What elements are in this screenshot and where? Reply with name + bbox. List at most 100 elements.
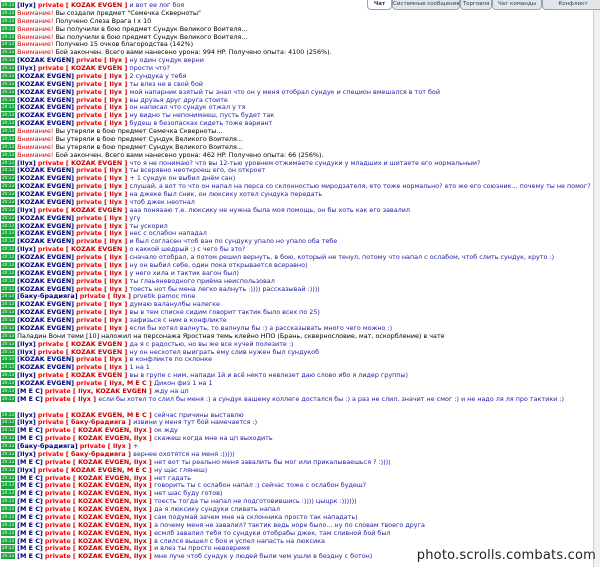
recipients[interactable]: Ilyx: [109, 356, 122, 363]
timestamp[interactable]: 20:13: [1, 246, 16, 253]
timestamp[interactable]: 20:13: [1, 191, 16, 198]
recipients[interactable]: Ilyx: [109, 81, 122, 88]
recipients[interactable]: KOZAK EVGEN, M E C: [71, 467, 147, 474]
timestamp[interactable]: 20:13: [1, 545, 16, 552]
timestamp[interactable]: 20:13: [1, 380, 16, 387]
recipients[interactable]: KOZAK EVGEN, Ilyx: [78, 553, 147, 560]
sender-nick[interactable]: [M E C]: [17, 530, 43, 537]
sender-nick[interactable]: [M E C]: [17, 396, 43, 403]
sender-nick[interactable]: [KOZAK EVGEN]: [17, 191, 74, 198]
sender-nick[interactable]: [Ilyx]: [17, 372, 36, 379]
sender-nick[interactable]: [KOZAK EVGEN]: [17, 73, 74, 80]
sender-nick[interactable]: [M E C]: [17, 506, 43, 513]
sender-nick[interactable]: [Ilyx]: [17, 65, 36, 72]
timestamp[interactable]: 20:13: [1, 238, 16, 245]
timestamp[interactable]: 20:13: [1, 41, 16, 48]
sender-nick[interactable]: [Ilyx]: [17, 2, 36, 9]
sender-nick[interactable]: [KOZAK EVGEN]: [17, 270, 74, 277]
sender-nick[interactable]: [Ilyx]: [17, 341, 36, 348]
sender-nick[interactable]: [KOZAK EVGEN]: [17, 278, 74, 285]
timestamp[interactable]: 20:13: [1, 104, 16, 111]
recipients[interactable]: Ilyx: [109, 199, 122, 206]
recipients[interactable]: Ilyx: [109, 183, 122, 190]
recipients[interactable]: KOZAK EVGEN: [71, 207, 122, 214]
sender-nick[interactable]: [M E C]: [17, 522, 43, 529]
timestamp[interactable]: 20:13: [1, 340, 16, 347]
sender-nick[interactable]: [KOZAK EVGEN]: [17, 199, 74, 206]
recipients[interactable]: Ilyx: [109, 270, 122, 277]
recipients[interactable]: Ilyx: [109, 309, 122, 316]
timestamp[interactable]: 20:13: [1, 214, 16, 221]
sender-nick[interactable]: [Ilyx]: [17, 451, 36, 458]
sender-nick[interactable]: [KOZAK EVGEN]: [17, 183, 74, 190]
timestamp[interactable]: 20:13: [1, 25, 16, 32]
timestamp[interactable]: 20:13: [1, 490, 16, 497]
recipients[interactable]: баку-брадияга: [71, 419, 126, 426]
sender-nick[interactable]: [M E C]: [17, 553, 43, 560]
recipients[interactable]: Ilyx: [109, 191, 122, 198]
recipients[interactable]: KOZAK EVGEN, Ilyx: [78, 506, 147, 513]
sender-nick[interactable]: [M E C]: [17, 514, 43, 521]
sender-nick[interactable]: [M E C]: [17, 490, 43, 497]
recipients[interactable]: KOZAK EVGEN: [71, 160, 122, 167]
recipients[interactable]: Ilyx: [109, 167, 122, 174]
sender-nick[interactable]: [баку-брадияга]: [17, 293, 78, 300]
timestamp[interactable]: 20:13: [1, 198, 16, 206]
recipients[interactable]: Ilyx: [109, 112, 122, 119]
recipients[interactable]: Ilyx: [109, 73, 122, 80]
sender-nick[interactable]: [M E C]: [17, 482, 43, 489]
recipients[interactable]: Ilyx: [109, 120, 122, 127]
recipients[interactable]: KOZAK EVGEN: [71, 65, 122, 72]
recipients[interactable]: Ilyx: [109, 317, 122, 324]
timestamp[interactable]: 20:13: [1, 293, 16, 300]
timestamp[interactable]: 20:13: [1, 387, 16, 395]
recipients[interactable]: KOZAK EVGEN, Ilyx: [78, 490, 147, 497]
sender-nick[interactable]: [KOZAK EVGEN]: [17, 230, 74, 237]
chat-scrollbar[interactable]: [593, 10, 600, 567]
timestamp[interactable]: 20:13: [1, 419, 16, 426]
recipients[interactable]: KOZAK EVGEN, Ilyx: [78, 538, 147, 545]
sender-nick[interactable]: [KOZAK EVGEN]: [17, 254, 74, 261]
recipients[interactable]: KOZAK EVGEN: [71, 349, 122, 356]
timestamp[interactable]: 20:13: [1, 427, 16, 434]
recipients[interactable]: Ilyx, KOZAK EVGEN: [78, 388, 147, 395]
timestamp[interactable]: 20:13: [1, 395, 16, 402]
timestamp[interactable]: 20:13: [1, 88, 16, 95]
recipients[interactable]: Ilyx: [113, 443, 126, 450]
sender-nick[interactable]: [KOZAK EVGEN]: [17, 167, 74, 174]
timestamp[interactable]: 20:13: [1, 222, 16, 229]
recipients[interactable]: Ilyx: [109, 89, 122, 96]
sender-nick[interactable]: [KOZAK EVGEN]: [17, 364, 74, 371]
timestamp[interactable]: 20:13: [1, 2, 16, 9]
recipients[interactable]: KOZAK EVGEN, Ilyx: [78, 459, 147, 466]
timestamp[interactable]: 20:13: [1, 466, 16, 473]
recipients[interactable]: Ilyx: [109, 286, 122, 293]
timestamp[interactable]: 20:13: [1, 128, 16, 135]
timestamp[interactable]: 20:13: [1, 17, 16, 24]
sender-nick[interactable]: [Ilyx]: [17, 207, 36, 214]
sender-nick[interactable]: [KOZAK EVGEN]: [17, 325, 74, 332]
timestamp[interactable]: 20:13: [1, 458, 16, 465]
chat-log[interactable]: 20:13 [Ilyx] private [ KOZAK EVGEN ] и в…: [0, 2, 600, 567]
recipients[interactable]: KOZAK EVGEN, M E C: [71, 412, 147, 419]
recipients[interactable]: Ilyx: [109, 104, 122, 111]
recipients[interactable]: Ilyx: [109, 230, 122, 237]
recipients[interactable]: Ilyx: [109, 215, 122, 222]
recipients[interactable]: KOZAK EVGEN, Ilyx: [78, 427, 147, 434]
sender-nick[interactable]: [KOZAK EVGEN]: [17, 81, 74, 88]
timestamp[interactable]: 20:13: [1, 65, 16, 72]
sender-nick[interactable]: [баку-брадияга]: [17, 443, 78, 450]
recipients[interactable]: KOZAK EVGEN, Ilyx: [78, 482, 147, 489]
timestamp[interactable]: 20:13: [1, 482, 16, 489]
recipients[interactable]: KOZAK EVGEN, Ilyx: [78, 498, 147, 505]
timestamp[interactable]: 20:13: [1, 206, 16, 213]
timestamp[interactable]: 20:13: [1, 49, 16, 56]
sender-nick[interactable]: [Ilyx]: [17, 349, 36, 356]
sender-nick[interactable]: [KOZAK EVGEN]: [17, 215, 74, 222]
timestamp[interactable]: 20:13: [1, 474, 16, 481]
timestamp[interactable]: 20:13: [1, 80, 16, 87]
sender-nick[interactable]: [KOZAK EVGEN]: [17, 380, 74, 387]
sender-nick[interactable]: [M E C]: [17, 459, 43, 466]
sender-nick[interactable]: [M E C]: [17, 498, 43, 505]
recipients[interactable]: KOZAK EVGEN: [71, 372, 122, 379]
